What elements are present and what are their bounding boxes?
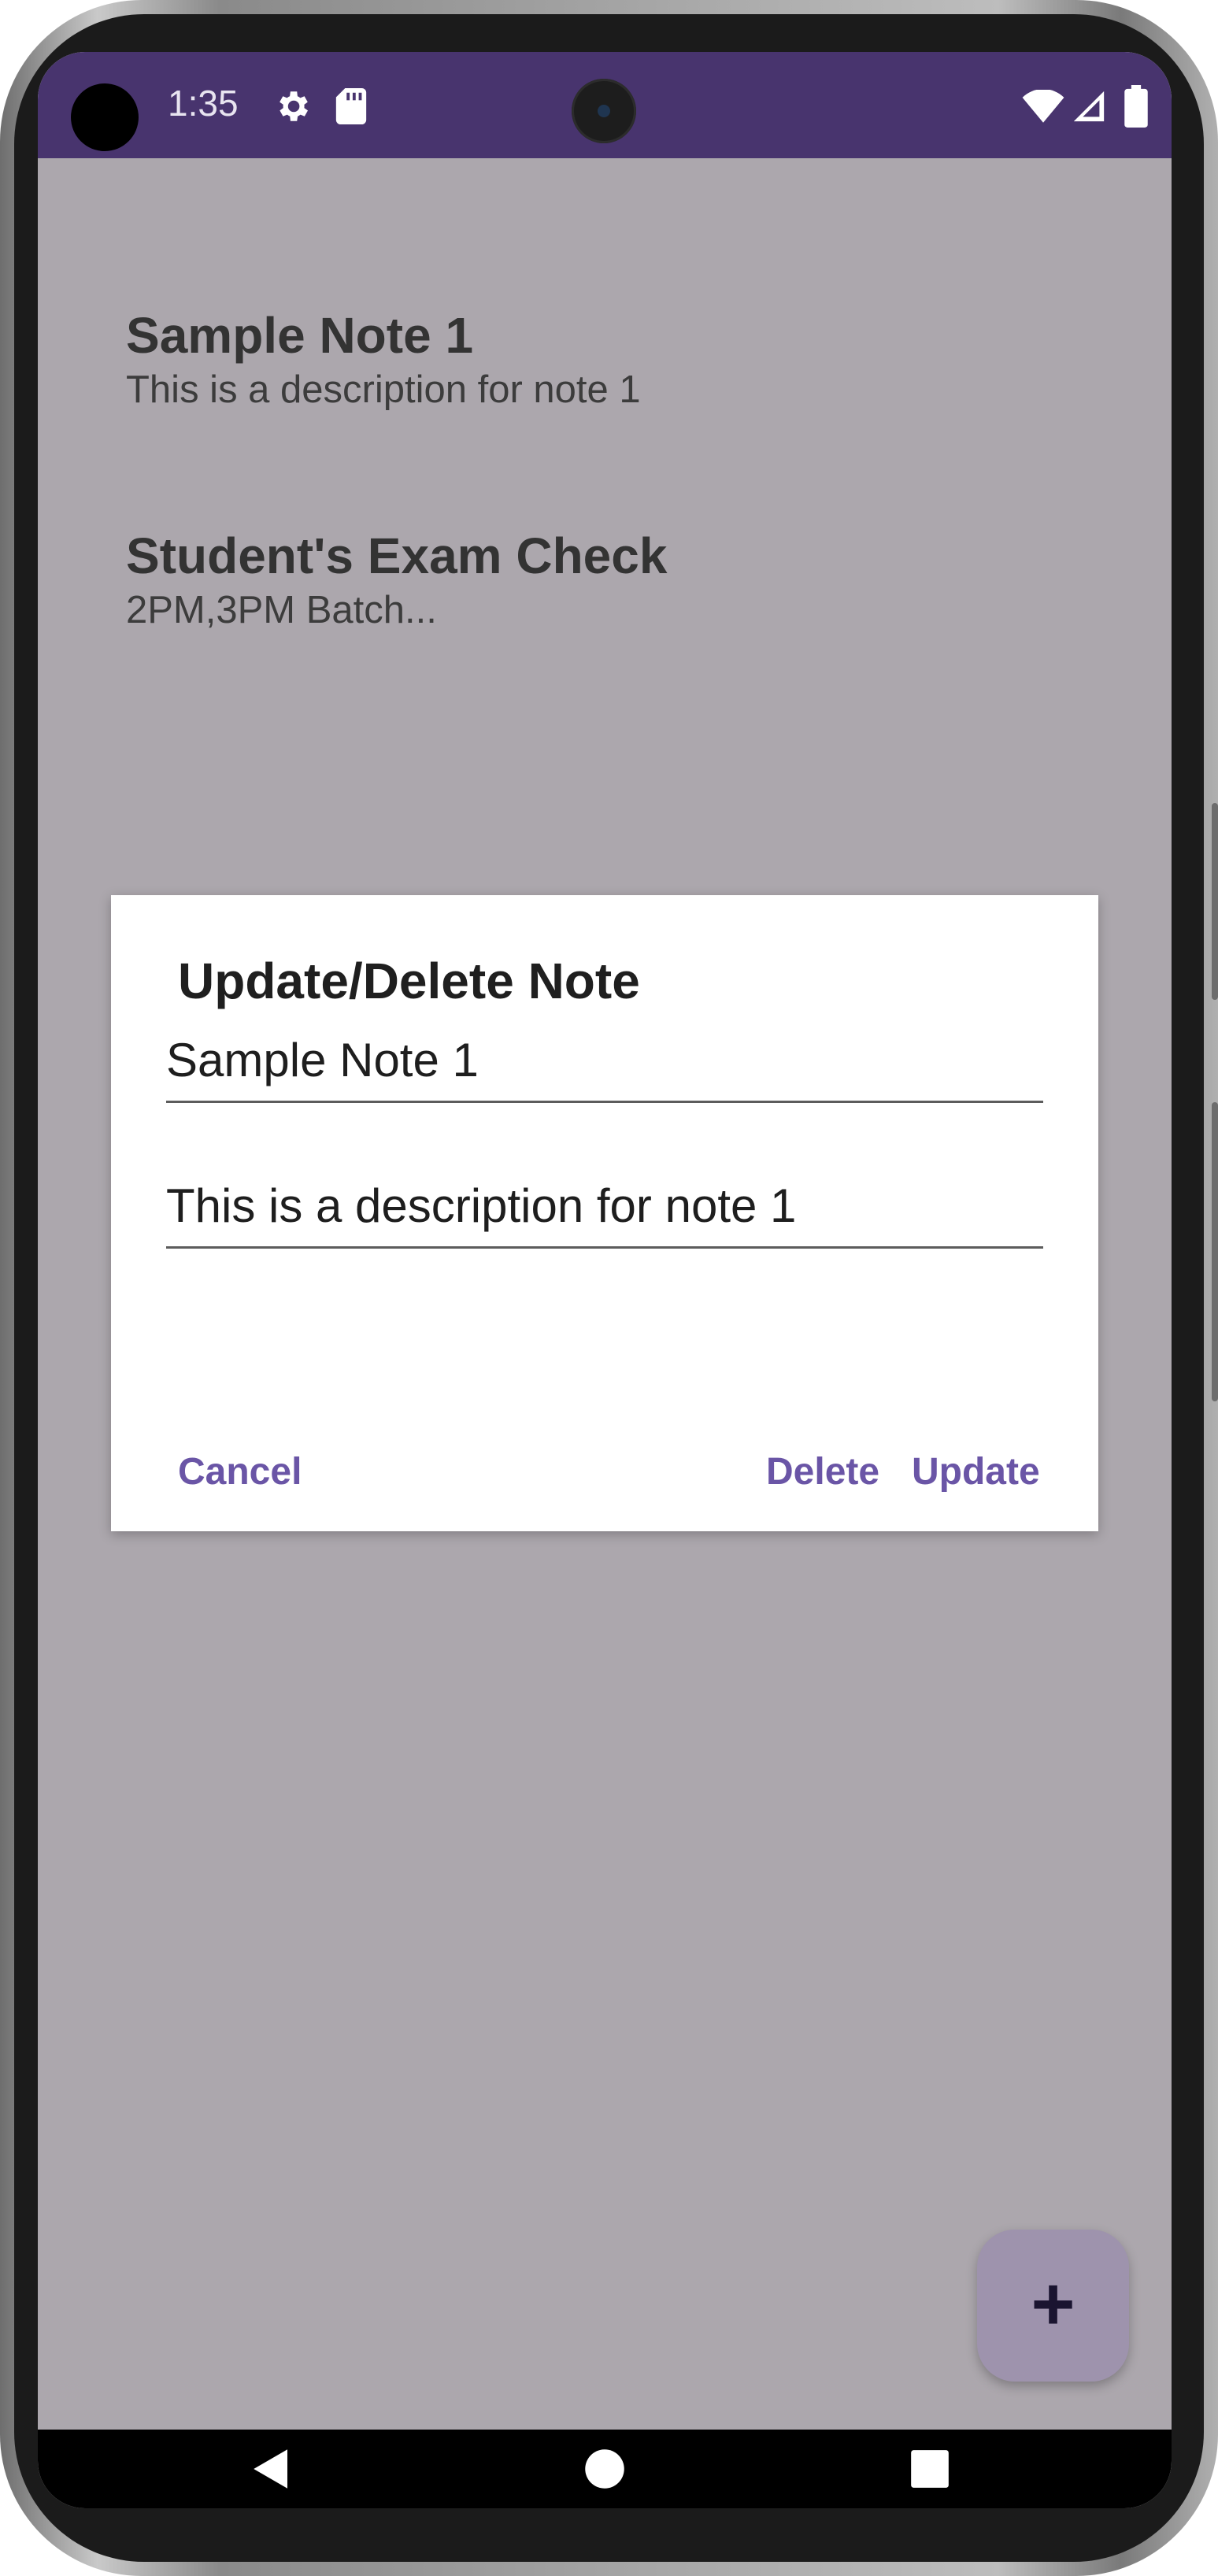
- plus-icon: +: [1031, 2262, 1075, 2346]
- note-title-input[interactable]: [166, 1024, 1043, 1095]
- phone-frame: 1:35 Sample Note 1 This is a description…: [0, 0, 1218, 2576]
- update-button[interactable]: Update: [912, 1450, 1040, 1493]
- note-title-field: [166, 1016, 1043, 1103]
- status-time: 1:35: [168, 83, 239, 124]
- camera-cutout: [71, 83, 139, 151]
- wifi-icon: [1022, 90, 1064, 123]
- delete-button[interactable]: Delete: [766, 1450, 879, 1493]
- power-button: [1212, 803, 1218, 1000]
- note-description-field: [166, 1162, 1043, 1249]
- back-icon[interactable]: [252, 2448, 294, 2490]
- note-description: 2PM,3PM Batch...: [126, 589, 437, 631]
- recents-icon[interactable]: [909, 2448, 950, 2489]
- list-item[interactable]: Student's Exam Check 2PM,3PM Batch...: [126, 526, 667, 635]
- signal-icon: [1073, 91, 1105, 122]
- cancel-button[interactable]: Cancel: [178, 1450, 302, 1493]
- update-delete-dialog: Update/Delete Note Cancel Delete Update: [111, 895, 1098, 1531]
- add-note-button[interactable]: +: [977, 2230, 1129, 2382]
- sd-card-icon: [335, 88, 367, 124]
- list-item[interactable]: Sample Note 1 This is a description for …: [126, 305, 641, 414]
- screen: 1:35 Sample Note 1 This is a description…: [38, 52, 1172, 2508]
- battery-icon: [1124, 85, 1148, 128]
- note-title: Sample Note 1: [126, 307, 474, 364]
- gear-icon: [280, 91, 308, 121]
- navigation-bar: [38, 2430, 1172, 2508]
- status-bar: 1:35: [38, 52, 1172, 158]
- note-title: Student's Exam Check: [126, 527, 668, 584]
- front-camera: [572, 79, 636, 143]
- note-description: This is a description for note 1: [126, 368, 641, 411]
- home-icon[interactable]: [583, 2448, 626, 2490]
- volume-button: [1212, 1102, 1218, 1401]
- dialog-title: Update/Delete Note: [178, 953, 640, 1009]
- note-description-input[interactable]: [166, 1170, 1043, 1241]
